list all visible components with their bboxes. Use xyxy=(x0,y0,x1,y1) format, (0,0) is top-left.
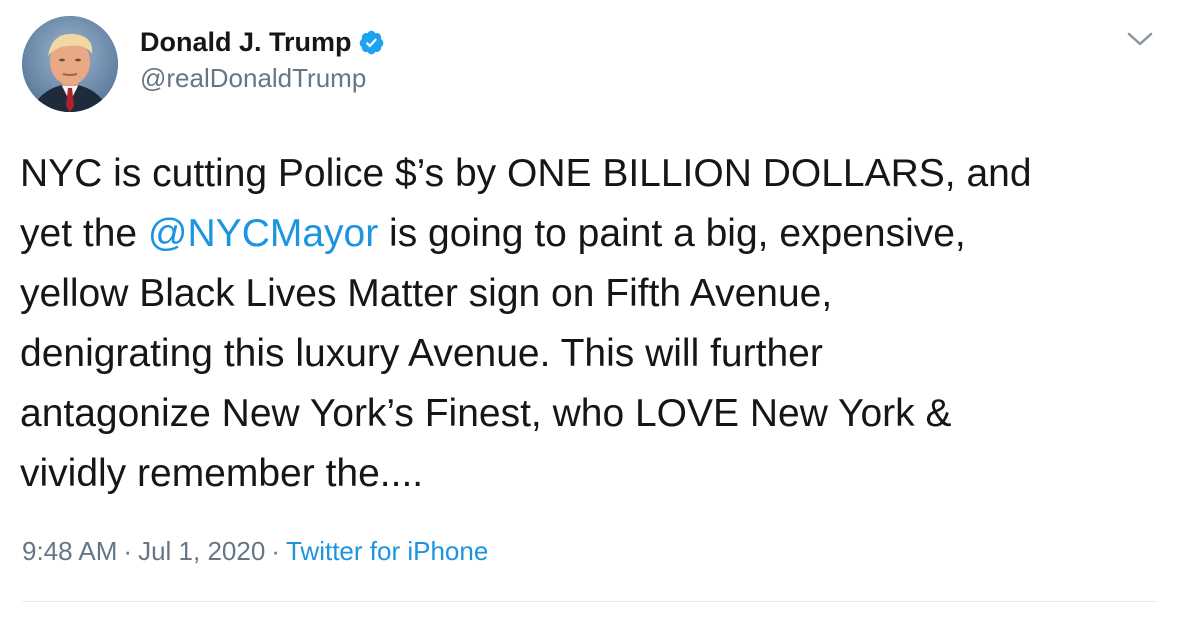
tweet-meta: 9:48 AM · Jul 1, 2020 · Twitter for iPhone xyxy=(22,533,488,569)
tweet-date[interactable]: Jul 1, 2020 xyxy=(138,536,265,566)
name-row: Donald J. Trump xyxy=(140,24,385,60)
tweet-text-segment: yellow Black Lives Matter sign on Fifth … xyxy=(20,272,833,315)
avatar[interactable] xyxy=(22,16,118,112)
tweet-text-segment: yet the xyxy=(20,212,148,255)
tweet-line: denigrating this luxury Avenue. This wil… xyxy=(20,324,1165,384)
tweet-text-segment: vividly remember the.... xyxy=(20,452,424,495)
tweet-card: Donald J. Trump @realDonaldTrump NYC is … xyxy=(0,0,1178,618)
user-handle[interactable]: @realDonaldTrump xyxy=(140,60,385,96)
tweet-line: NYC is cutting Police $’s by ONE BILLION… xyxy=(20,144,1165,204)
tweet-text-segment: denigrating this luxury Avenue. This wil… xyxy=(20,332,823,375)
tweet-text-segment: antagonize New York’s Finest, who LOVE N… xyxy=(20,392,952,435)
tweet-text: NYC is cutting Police $’s by ONE BILLION… xyxy=(20,144,1165,504)
tweet-line: yet the @NYCMayor is going to paint a bi… xyxy=(20,204,1165,264)
display-name[interactable]: Donald J. Trump xyxy=(140,24,352,60)
tweet-line: vividly remember the.... xyxy=(20,444,1165,504)
meta-separator: · xyxy=(271,536,280,566)
chevron-down-icon[interactable] xyxy=(1125,28,1155,50)
meta-separator: · xyxy=(123,536,133,566)
tweet-line: antagonize New York’s Finest, who LOVE N… xyxy=(20,384,1165,444)
tweet-source-link[interactable]: Twitter for iPhone xyxy=(286,536,488,566)
verified-badge-icon xyxy=(358,29,385,56)
divider xyxy=(22,601,1158,602)
tweet-text-segment: is going to paint a big, expensive, xyxy=(378,212,966,255)
tweet-text-segment: NYC is cutting Police $’s by ONE BILLION… xyxy=(20,152,1032,195)
user-info: Donald J. Trump @realDonaldTrump xyxy=(140,24,385,96)
mention-link[interactable]: @NYCMayor xyxy=(148,212,378,255)
tweet-time[interactable]: 9:48 AM xyxy=(22,536,117,566)
tweet-line: yellow Black Lives Matter sign on Fifth … xyxy=(20,264,1165,324)
